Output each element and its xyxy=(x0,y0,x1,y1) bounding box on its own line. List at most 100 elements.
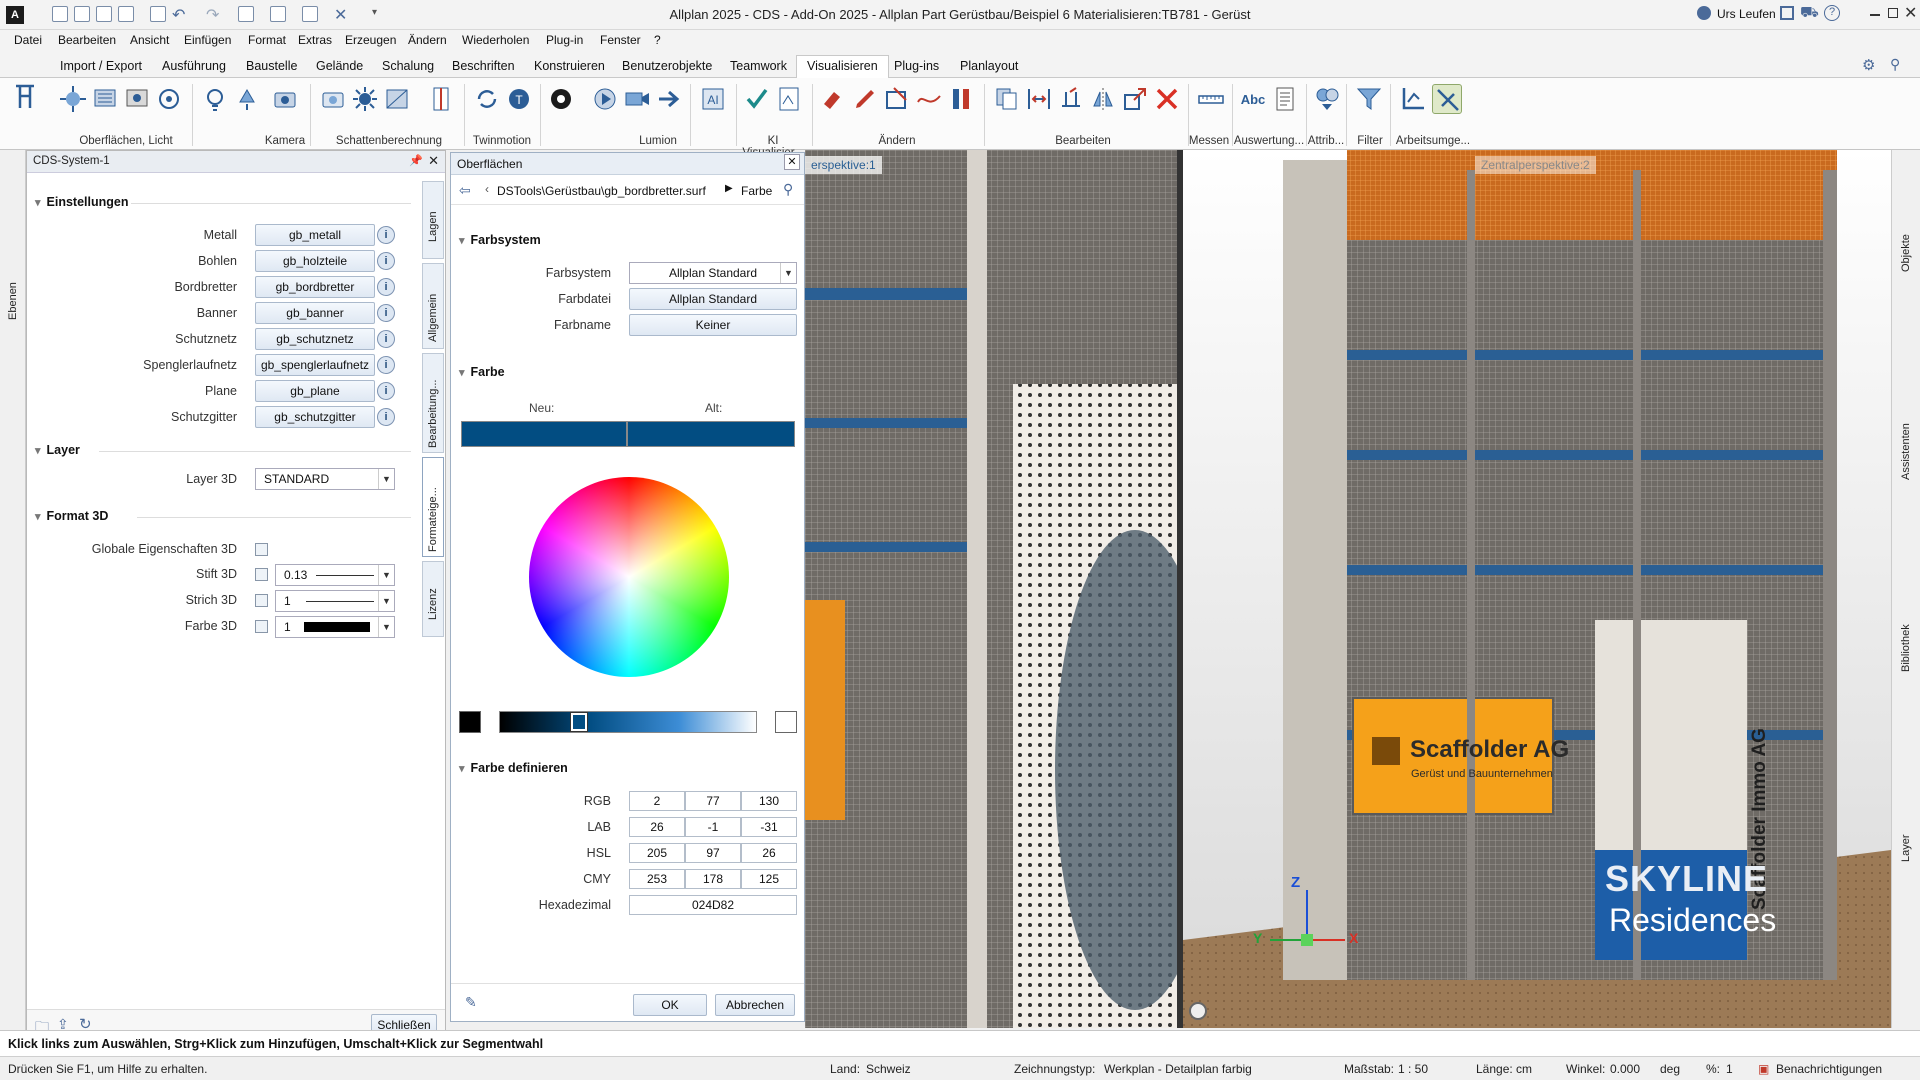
tab-baustelle[interactable]: Baustelle xyxy=(236,56,307,76)
breadcrumb-path[interactable]: DSTools\Gerüstbau\gb_bordbretter.surf xyxy=(497,184,706,198)
tab-gelaende[interactable]: Gelände xyxy=(306,56,373,76)
tab-planlayout[interactable]: Planlayout xyxy=(950,56,1028,76)
panel-side-tab-allgemein[interactable]: Allgemein xyxy=(422,263,444,349)
color-wheel[interactable] xyxy=(529,477,729,677)
light-bulb-icon[interactable] xyxy=(200,84,230,114)
hsl-h-field[interactable]: 205 xyxy=(629,843,685,863)
delete-icon[interactable] xyxy=(1152,84,1182,114)
hsl-l-field[interactable]: 26 xyxy=(741,843,797,863)
tab-teamwork[interactable]: Teamwork xyxy=(720,56,797,76)
light-surface-icon[interactable] xyxy=(58,84,88,114)
shop-icon[interactable]: ⛟ xyxy=(1800,4,1819,23)
info-banner-icon[interactable]: i xyxy=(377,304,395,322)
chevron-down-icon[interactable]: ▼ xyxy=(378,591,394,611)
wand-icon[interactable]: ✎ xyxy=(465,994,477,1011)
pin-icon[interactable]: 📌 xyxy=(409,154,423,167)
tab-bibliothek[interactable]: Bibliothek xyxy=(1900,624,1912,672)
chevron-down-icon[interactable]: ▼ xyxy=(780,263,796,283)
menu-fenster[interactable]: Fenster xyxy=(600,33,641,47)
ok-button[interactable]: OK xyxy=(633,994,707,1016)
notification-icon[interactable]: ▣ xyxy=(1758,1062,1769,1076)
report-icon[interactable] xyxy=(1270,84,1300,114)
measure-icon[interactable] xyxy=(1196,84,1226,114)
pen-edit-icon[interactable] xyxy=(850,84,880,114)
menu-aendern[interactable]: Ändern xyxy=(408,33,447,47)
modify-icon[interactable] xyxy=(882,84,912,114)
cmy-m-field[interactable]: 178 xyxy=(685,869,741,889)
panel-close-icon[interactable]: ✕ xyxy=(428,153,439,169)
attribute-icon[interactable] xyxy=(1312,84,1342,114)
info-plane-icon[interactable]: i xyxy=(377,382,395,400)
tab-visualisieren[interactable]: Visualisieren xyxy=(796,55,889,79)
brightness-slider[interactable] xyxy=(499,711,757,733)
settings-gear-icon[interactable]: ⚙ xyxy=(1862,56,1875,74)
workspace-active-icon[interactable] xyxy=(1432,84,1462,114)
lumion-icon[interactable] xyxy=(546,84,576,114)
check-icon[interactable] xyxy=(742,84,772,114)
right-viewport-label[interactable]: Zentralperspektive:2 xyxy=(1475,156,1596,174)
color3d-checkbox[interactable] xyxy=(255,620,268,633)
filter-icon[interactable] xyxy=(1354,84,1384,114)
material-schutzgitter-button[interactable]: gb_schutzgitter xyxy=(255,406,375,428)
status-length[interactable]: cm xyxy=(1516,1062,1532,1076)
camera-icon[interactable] xyxy=(270,84,300,114)
info-metall-icon[interactable]: i xyxy=(377,226,395,244)
distribute-icon[interactable] xyxy=(1024,84,1054,114)
surface-assign-icon[interactable] xyxy=(122,84,152,114)
close-window-icon[interactable]: ✕ xyxy=(1904,3,1917,23)
search-icon[interactable]: ⚲ xyxy=(1890,56,1900,73)
status-notifications[interactable]: Benachrichtigungen xyxy=(1776,1062,1882,1076)
material-metall-button[interactable]: gb_metall xyxy=(255,224,375,246)
video-icon[interactable] xyxy=(622,84,652,114)
status-angle[interactable]: 0.000 xyxy=(1610,1062,1640,1076)
workspace-icon[interactable] xyxy=(1398,84,1428,114)
material-bordbretter-button[interactable]: gb_bordbretter xyxy=(255,276,375,298)
menu-wiederholen[interactable]: Wiederholen xyxy=(462,33,529,47)
menu-erzeugen[interactable]: Erzeugen xyxy=(345,33,396,47)
slider-thumb[interactable] xyxy=(570,712,588,732)
menu-help[interactable]: ? xyxy=(654,33,661,47)
section-farbe[interactable]: Farbe xyxy=(459,365,505,379)
help-icon[interactable]: ? xyxy=(1824,5,1840,21)
panel-side-tab-lizenz[interactable]: Lizenz xyxy=(422,561,444,637)
lab-l-field[interactable]: 26 xyxy=(629,817,685,837)
column-icon[interactable] xyxy=(946,84,976,114)
rgb-g-field[interactable]: 77 xyxy=(685,791,741,811)
info-schutznetz-icon[interactable]: i xyxy=(377,330,395,348)
ai-render-icon[interactable] xyxy=(774,84,804,114)
rgb-r-field[interactable]: 2 xyxy=(629,791,685,811)
shadow-calc-icon[interactable] xyxy=(382,84,412,114)
tab-konstruieren[interactable]: Konstruieren xyxy=(524,56,615,76)
section-layer[interactable]: Layer xyxy=(35,443,80,457)
apps-icon[interactable] xyxy=(1780,6,1794,20)
browse-icon[interactable]: ⚲ xyxy=(783,181,793,198)
tab-assistenten[interactable]: Assistenten xyxy=(1900,423,1912,480)
hex-field[interactable]: 024D82 xyxy=(629,895,797,915)
scale-icon[interactable] xyxy=(1120,84,1150,114)
shadow-settings-icon[interactable] xyxy=(426,84,456,114)
chevron-down-icon[interactable]: ▼ xyxy=(378,469,394,489)
mirror-icon[interactable] xyxy=(1088,84,1118,114)
pen3d-checkbox[interactable] xyxy=(255,568,268,581)
material-spenglerlaufnetz-button[interactable]: gb_spenglerlaufnetz xyxy=(255,354,375,376)
section-einstellungen[interactable]: Einstellungen xyxy=(35,195,129,209)
cmy-y-field[interactable]: 125 xyxy=(741,869,797,889)
left-viewport-label[interactable]: erspektive:1 xyxy=(805,156,882,174)
white-swatch[interactable] xyxy=(775,711,797,733)
color3d-select[interactable]: 1 ▼ xyxy=(275,616,395,638)
arrow-right-icon[interactable] xyxy=(654,84,684,114)
menu-einfuegen[interactable]: Einfügen xyxy=(184,33,231,47)
panel-side-tab-lagen[interactable]: Lagen xyxy=(422,181,444,259)
material-banner-button[interactable]: gb_banner xyxy=(255,302,375,324)
scaffold-tool-icon[interactable] xyxy=(10,82,40,112)
status-drawtype[interactable]: Werkplan - Detailplan farbig xyxy=(1104,1062,1252,1076)
material-plane-button[interactable]: gb_plane xyxy=(255,380,375,402)
eraser-icon[interactable] xyxy=(818,84,848,114)
info-bordbretter-icon[interactable]: i xyxy=(377,278,395,296)
status-percent[interactable]: 1 xyxy=(1726,1062,1733,1076)
menu-plugin[interactable]: Plug-in xyxy=(546,33,583,47)
panel-side-tab-bearbeitung[interactable]: Bearbeitung... xyxy=(422,353,444,453)
surface-edit-icon[interactable] xyxy=(90,84,120,114)
dialog-close-icon[interactable]: ✕ xyxy=(784,154,800,170)
menu-bearbeiten[interactable]: Bearbeiten xyxy=(58,33,116,47)
